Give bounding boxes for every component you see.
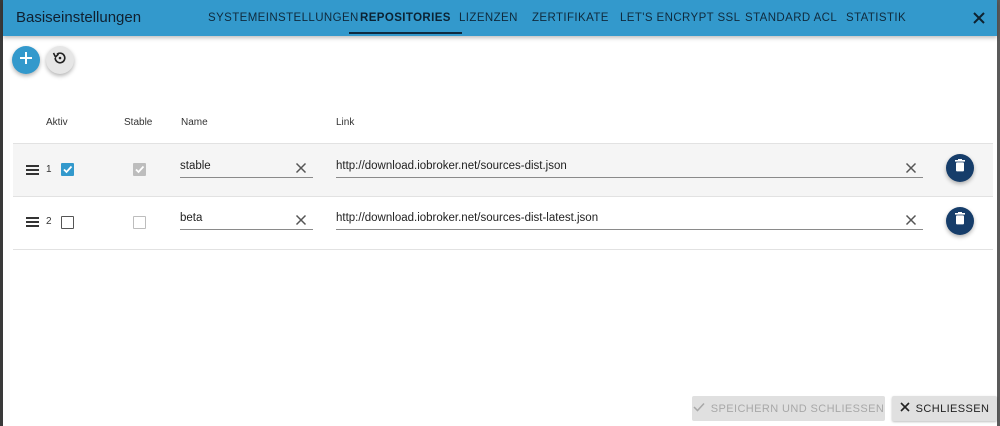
tab-systemeinstellungen[interactable]: SYSTEMEINSTELLUNGEN: [208, 0, 359, 36]
header-active: Aktiv: [46, 117, 68, 128]
trash-icon: [954, 159, 966, 177]
delete-button[interactable]: [946, 207, 974, 235]
tab-zertifikate[interactable]: ZERTIFIKATE: [532, 0, 609, 36]
name-value: stable: [180, 160, 211, 172]
clear-icon[interactable]: [905, 212, 917, 226]
close-label: SCHLIESSEN: [915, 402, 990, 415]
close-button[interactable]: SCHLIESSEN: [892, 396, 997, 421]
table-row: 2 beta http://download.iobroker.net/sour…: [13, 197, 993, 250]
clear-icon[interactable]: [905, 160, 917, 174]
dialog-header: Basiseinstellungen SYSTEMEINSTELLUNGEN R…: [3, 0, 997, 36]
link-value: http://download.iobroker.net/sources-dis…: [336, 160, 567, 172]
window-edge-left: [0, 0, 3, 426]
check-icon: [693, 402, 705, 415]
tab-lizenzen[interactable]: LIZENZEN: [459, 0, 518, 36]
close-icon[interactable]: [969, 8, 989, 28]
row-index: 1: [46, 164, 52, 175]
stable-checkbox[interactable]: [133, 163, 146, 176]
header-link: Link: [336, 117, 355, 128]
active-checkbox[interactable]: [61, 216, 74, 229]
header-stable: Stable: [124, 117, 153, 128]
link-value: http://download.iobroker.net/sources-dis…: [336, 212, 599, 224]
tab-repositories[interactable]: REPOSITORIES: [349, 0, 462, 36]
trash-icon: [954, 212, 966, 230]
plus-icon: [19, 51, 33, 70]
link-field[interactable]: http://download.iobroker.net/sources-dis…: [336, 207, 923, 230]
name-field[interactable]: stable: [180, 155, 313, 178]
clear-icon[interactable]: [295, 212, 307, 226]
table-row: 1 stable http://download.iobroker.net/so…: [13, 144, 993, 197]
name-value: beta: [180, 212, 203, 224]
link-field[interactable]: http://download.iobroker.net/sources-dis…: [336, 155, 923, 178]
drag-handle-icon[interactable]: [26, 217, 39, 227]
clear-icon[interactable]: [295, 160, 307, 174]
save-and-close-label: SPEICHERN UND SCHLIESSEN: [710, 402, 885, 415]
save-and-close-button[interactable]: SPEICHERN UND SCHLIESSEN: [692, 396, 885, 421]
drag-handle-icon[interactable]: [26, 165, 39, 175]
tab-standard-acl[interactable]: STANDARD ACL: [745, 0, 837, 36]
add-repository-button[interactable]: [12, 46, 40, 74]
active-checkbox[interactable]: [61, 163, 74, 176]
row-index: 2: [46, 216, 52, 227]
dialog-title: Basiseinstellungen: [16, 9, 142, 26]
restore-icon: [52, 50, 68, 71]
stable-checkbox[interactable]: [133, 216, 146, 229]
restore-defaults-button[interactable]: [46, 46, 74, 74]
tab-statistik[interactable]: STATISTIK: [846, 0, 906, 36]
delete-button[interactable]: [946, 154, 974, 182]
header-name: Name: [181, 117, 208, 128]
name-field[interactable]: beta: [180, 207, 313, 230]
close-icon: [900, 402, 910, 415]
tab-lets-encrypt-ssl[interactable]: LET'S ENCRYPT SSL: [620, 0, 740, 36]
